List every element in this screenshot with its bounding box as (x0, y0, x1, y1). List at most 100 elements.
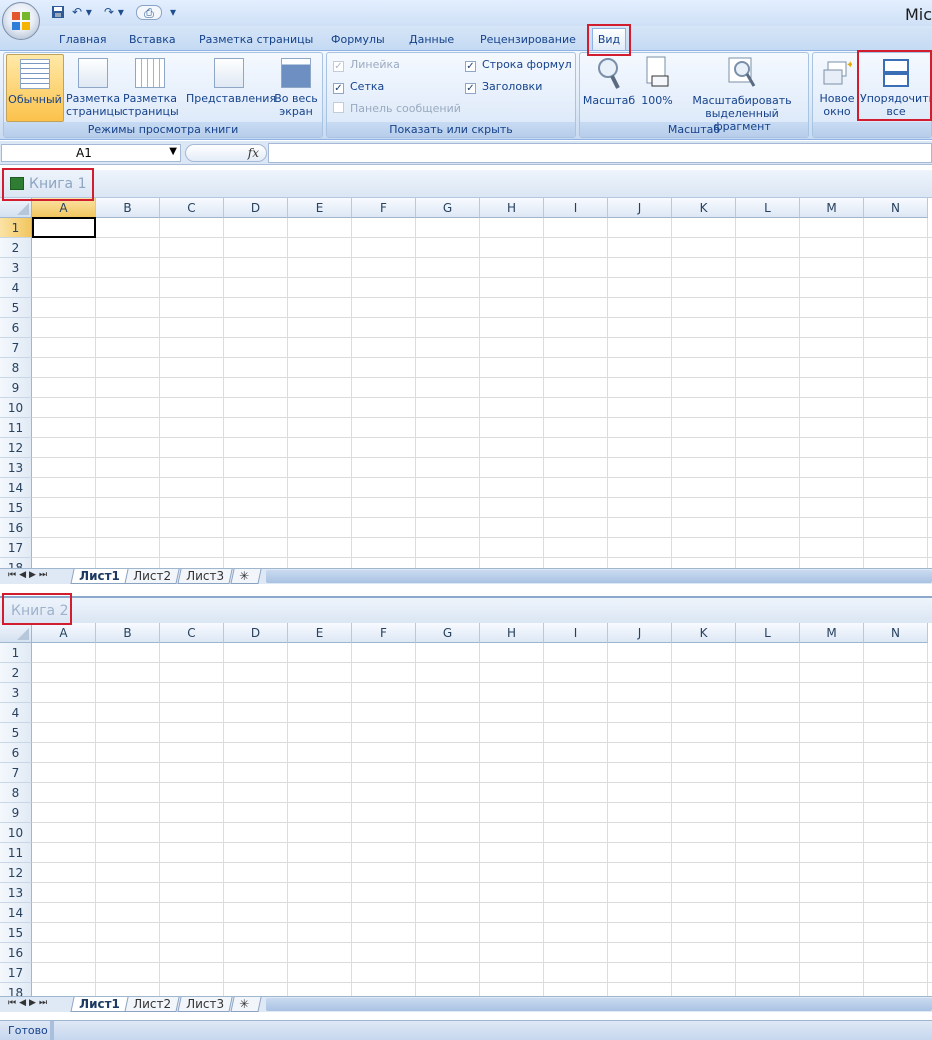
row-header[interactable]: 17 (0, 963, 32, 983)
column-header[interactable]: F (352, 198, 416, 218)
column-header[interactable]: K (672, 623, 736, 643)
column-header[interactable]: G (416, 198, 480, 218)
insert-sheet-icon[interactable]: ✳ (230, 569, 262, 584)
row-header[interactable]: 9 (0, 803, 32, 823)
column-header[interactable]: D (224, 623, 288, 643)
page-layout-view-button[interactable]: Разметка страницы (66, 58, 123, 118)
column-header[interactable]: C (160, 623, 224, 643)
new-window-button[interactable]: ✦ Новое окно (814, 58, 860, 118)
column-header[interactable]: M (800, 198, 864, 218)
sheet-tab[interactable]: Лист3 (177, 997, 233, 1012)
column-header[interactable]: F (352, 623, 416, 643)
column-header[interactable]: J (608, 623, 672, 643)
sheet-nav-icon[interactable]: ⏮◀▶⏭ (8, 998, 50, 1008)
worksheet-grid-2[interactable]: A B C D E F G H I J K L M N 1 2 3 4 5 6 7 8 9 10 11 12 13 14 15 16 17 1… (0, 623, 932, 996)
row-header[interactable]: 3 (0, 258, 32, 278)
horizontal-scrollbar[interactable] (266, 570, 932, 583)
column-header[interactable]: A (32, 623, 96, 643)
column-header[interactable]: I (544, 623, 608, 643)
insert-function-button[interactable]: fx (185, 144, 267, 162)
redo-icon[interactable]: ↷ ▾ (104, 5, 124, 20)
tab-review[interactable]: Рецензирование (480, 33, 576, 47)
chevron-down-icon[interactable]: ▼ (169, 146, 177, 157)
row-header[interactable]: 8 (0, 783, 32, 803)
office-button[interactable] (2, 2, 40, 40)
full-screen-button[interactable]: Во весь экран (272, 58, 320, 118)
zoom-to-selection-button[interactable]: Масштабировать выделенный фрагмент (678, 56, 806, 133)
column-header[interactable]: N (864, 198, 928, 218)
row-header[interactable]: 13 (0, 883, 32, 903)
column-header[interactable]: M (800, 623, 864, 643)
sheet-tab[interactable]: Лист3 (177, 569, 233, 584)
active-cell[interactable] (32, 217, 96, 238)
formula-input[interactable] (268, 143, 932, 163)
row-header[interactable]: 12 (0, 863, 32, 883)
row-header[interactable]: 7 (0, 763, 32, 783)
column-header[interactable]: D (224, 198, 288, 218)
select-all-button[interactable] (0, 623, 32, 643)
tab-insert[interactable]: Вставка (129, 33, 176, 47)
row-header[interactable]: 3 (0, 683, 32, 703)
column-header[interactable]: I (544, 198, 608, 218)
row-header[interactable]: 4 (0, 278, 32, 298)
row-header[interactable]: 17 (0, 538, 32, 558)
row-header[interactable]: 2 (0, 663, 32, 683)
column-header[interactable]: L (736, 623, 800, 643)
column-header[interactable]: A (32, 198, 96, 218)
row-header[interactable]: 5 (0, 298, 32, 318)
customize-icon[interactable]: ▾ (168, 5, 178, 20)
row-header[interactable]: 10 (0, 823, 32, 843)
row-header[interactable]: 6 (0, 318, 32, 338)
custom-views-button[interactable]: Представления (186, 58, 276, 105)
row-header[interactable]: 13 (0, 458, 32, 478)
column-header[interactable]: K (672, 198, 736, 218)
sheet-tab[interactable]: Лист2 (124, 997, 180, 1012)
column-header[interactable]: C (160, 198, 224, 218)
sheet-tab[interactable]: Лист1 (70, 569, 129, 584)
select-all-button[interactable] (0, 198, 32, 218)
normal-view-button[interactable]: Обычный (6, 54, 64, 122)
gridlines-checkbox[interactable]: ✓ Сетка (333, 80, 384, 94)
undo-icon[interactable]: ↶ ▾ (72, 5, 92, 20)
message-bar-checkbox[interactable]: Панель сообщений (333, 102, 461, 115)
worksheet-grid-1[interactable]: A B C D E F G H I J K L M N 1 2 3 4 5 6 7 8 9 10 11 12 13 14 15 16 17 1… (0, 198, 932, 568)
column-header[interactable]: H (480, 623, 544, 643)
workbook-2-titlebar[interactable]: Книга 2 (0, 596, 932, 624)
column-header[interactable]: E (288, 623, 352, 643)
column-header[interactable]: E (288, 198, 352, 218)
tab-data[interactable]: Данные (409, 33, 454, 47)
row-header[interactable]: 7 (0, 338, 32, 358)
row-header[interactable]: 15 (0, 498, 32, 518)
page-break-preview-button[interactable]: Разметка страницы (122, 58, 179, 118)
row-header[interactable]: 11 (0, 843, 32, 863)
column-header[interactable]: L (736, 198, 800, 218)
save-icon[interactable] (50, 5, 66, 20)
insert-sheet-icon[interactable]: ✳ (230, 997, 262, 1012)
column-header[interactable]: H (480, 198, 544, 218)
cell-area[interactable] (32, 218, 932, 568)
sheet-nav-icon[interactable]: ⏮◀▶⏭ (8, 570, 50, 580)
row-header[interactable]: 18 (0, 558, 32, 568)
workbook-1-titlebar[interactable]: Книга 1 (0, 170, 932, 198)
tab-home[interactable]: Главная (59, 33, 107, 47)
row-header[interactable]: 14 (0, 903, 32, 923)
tab-page-layout[interactable]: Разметка страницы (199, 33, 313, 47)
row-header[interactable]: 18 (0, 983, 32, 996)
row-header[interactable]: 2 (0, 238, 32, 258)
formula-bar-checkbox[interactable]: ✓ Строка формул (465, 58, 572, 72)
column-header[interactable]: J (608, 198, 672, 218)
row-header[interactable]: 14 (0, 478, 32, 498)
name-box[interactable]: A1 ▼ (1, 144, 181, 162)
sheet-tab[interactable]: Лист1 (70, 997, 129, 1012)
row-header[interactable]: 12 (0, 438, 32, 458)
row-header[interactable]: 9 (0, 378, 32, 398)
row-header[interactable]: 1 (0, 218, 32, 238)
row-header[interactable]: 10 (0, 398, 32, 418)
row-header[interactable]: 8 (0, 358, 32, 378)
tab-formulas[interactable]: Формулы (331, 33, 385, 47)
sheet-tab[interactable]: Лист2 (124, 569, 180, 584)
zoom-button[interactable]: Масштаб (582, 56, 636, 107)
column-header[interactable]: B (96, 198, 160, 218)
row-header[interactable]: 1 (0, 643, 32, 663)
row-header[interactable]: 6 (0, 743, 32, 763)
